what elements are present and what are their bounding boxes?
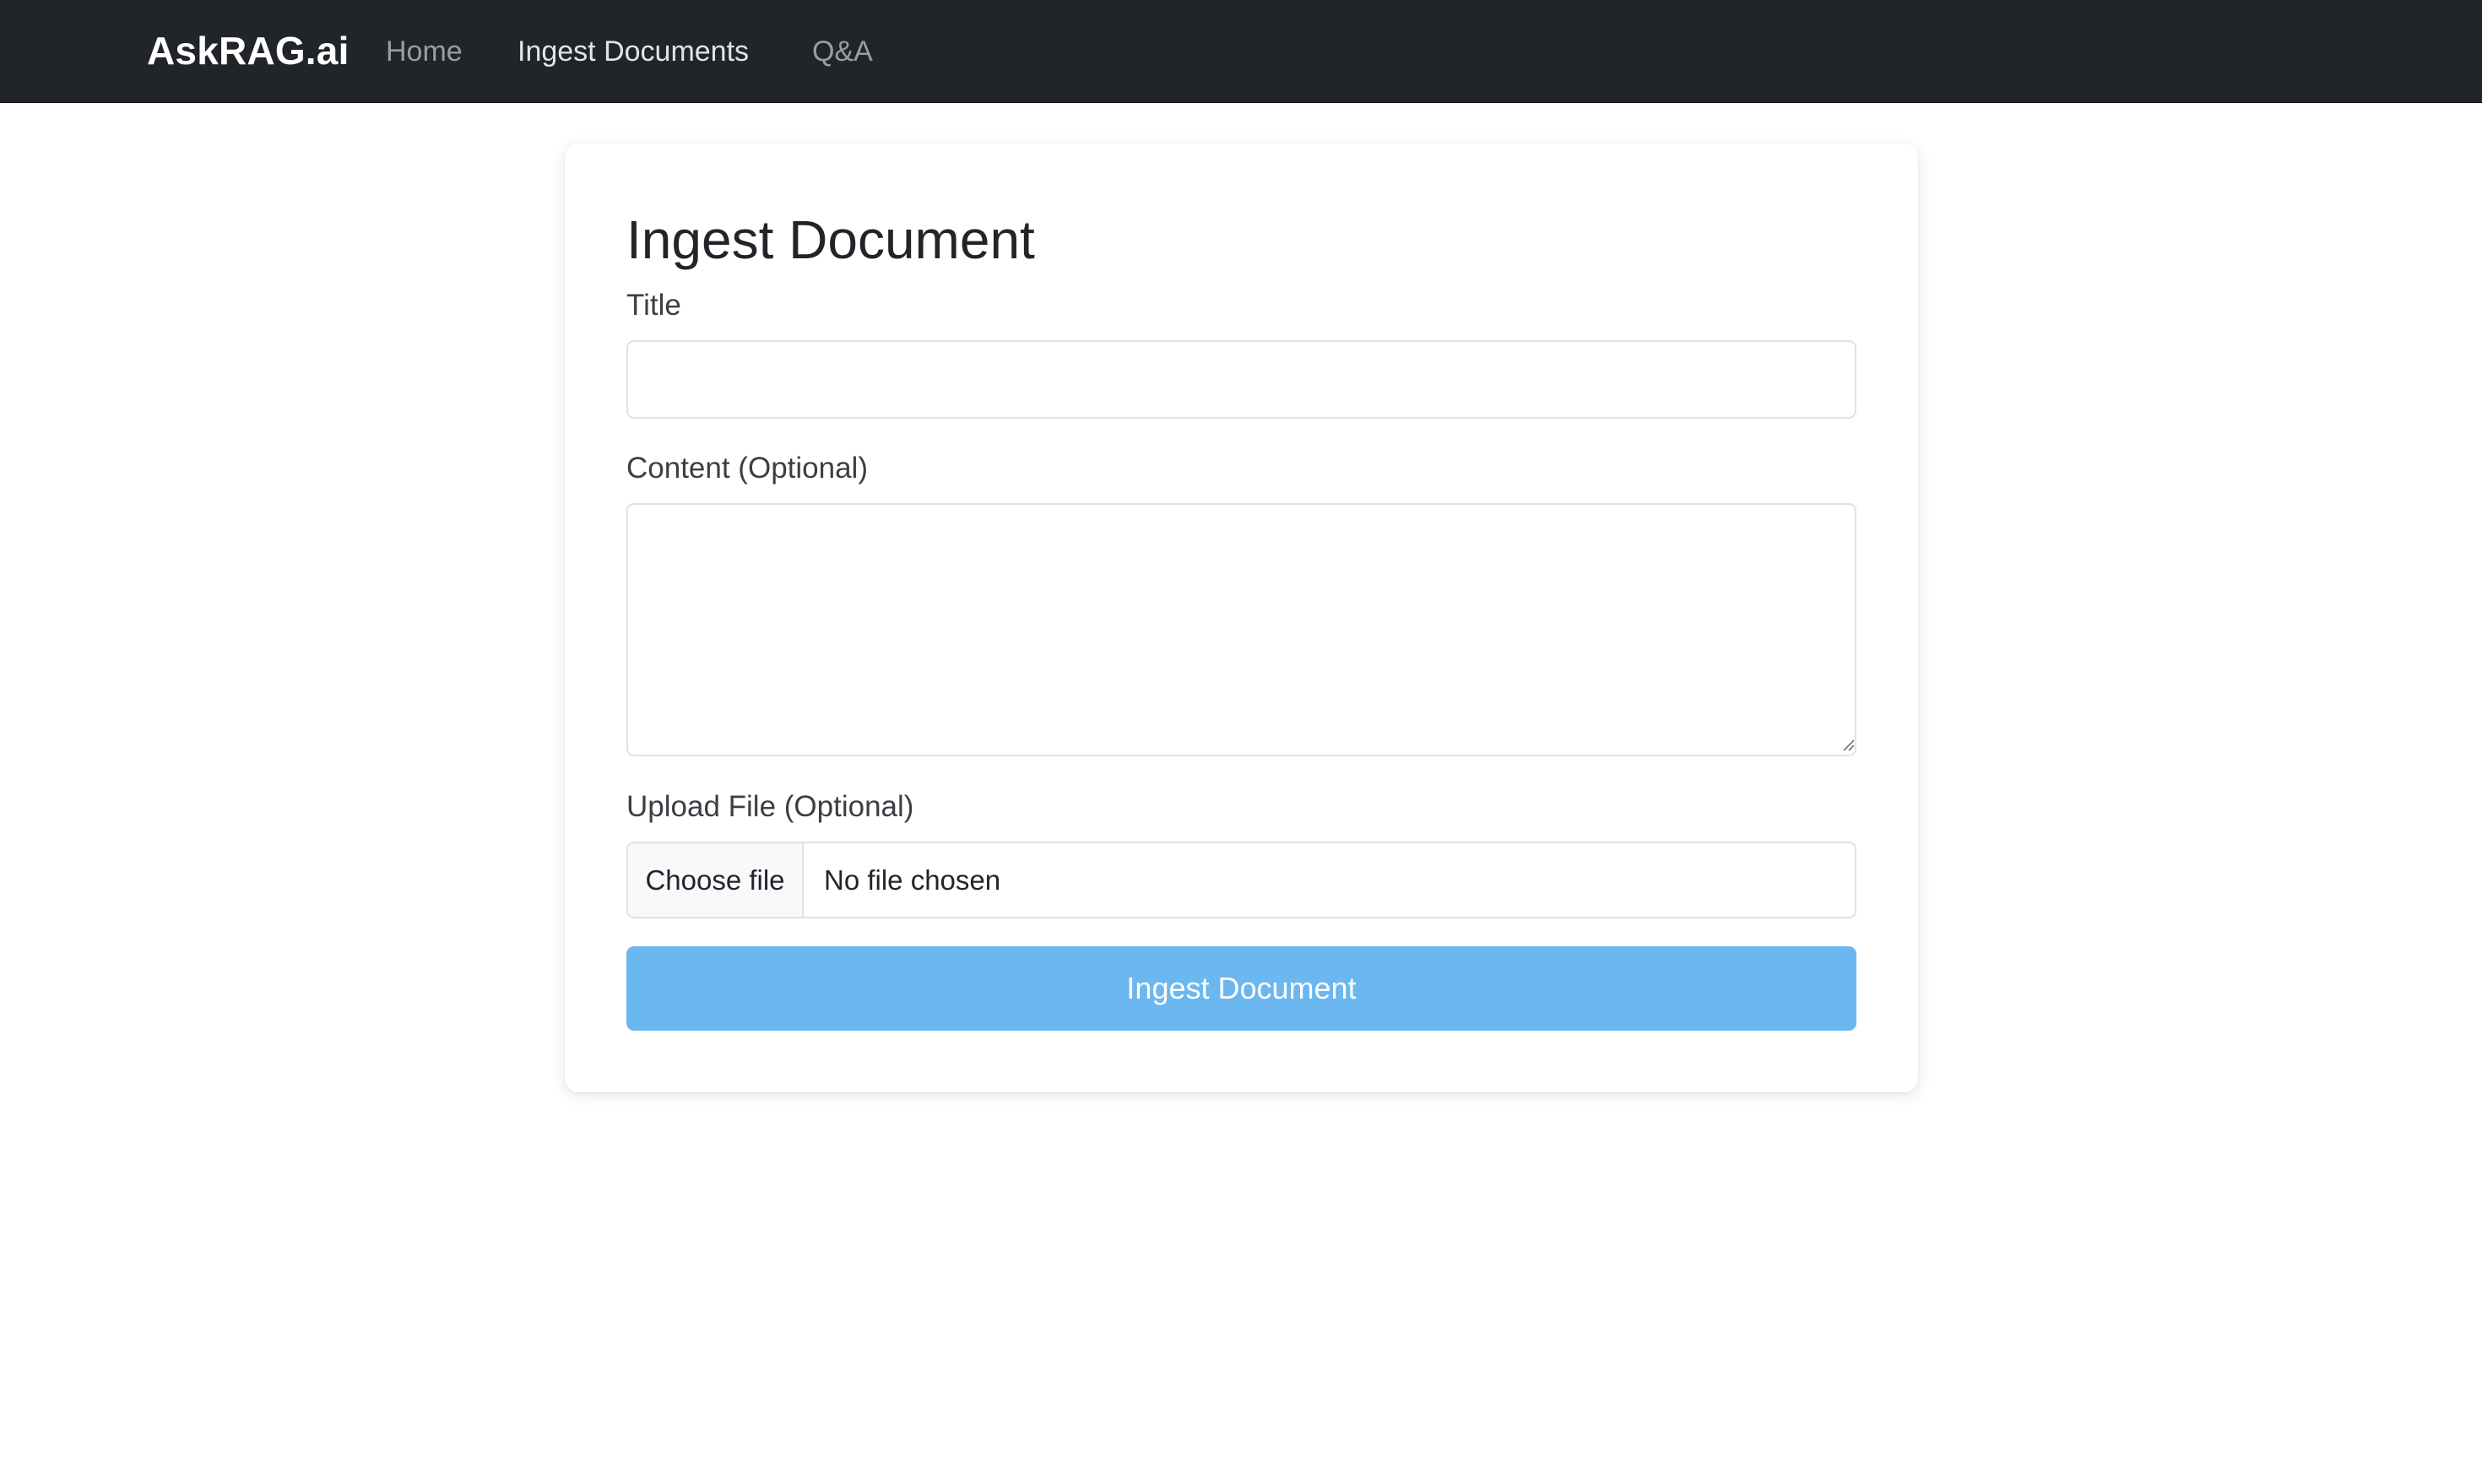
nav-link-home[interactable]: Home	[386, 30, 463, 73]
nav-link-ingest-documents[interactable]: Ingest Documents	[518, 30, 749, 73]
title-input[interactable]	[626, 340, 1856, 419]
file-upload-input[interactable]: Choose file No file chosen	[626, 842, 1856, 918]
top-navbar: AskRAG.ai Home Ingest Documents Q&A	[0, 0, 2482, 103]
ingest-card: Ingest Document Title Content (Optional)…	[565, 144, 1918, 1092]
resize-grip-icon[interactable]	[1841, 738, 1855, 751]
page-title: Ingest Document	[626, 209, 1035, 270]
nav-link-qa[interactable]: Q&A	[812, 30, 873, 73]
file-status-text: No file chosen	[824, 864, 1001, 896]
ingest-document-button[interactable]: Ingest Document	[626, 946, 1856, 1031]
upload-label: Upload File (Optional)	[626, 790, 914, 823]
content-label: Content (Optional)	[626, 452, 868, 485]
title-label: Title	[626, 289, 681, 322]
content-textarea[interactable]	[626, 503, 1856, 756]
choose-file-button[interactable]: Choose file	[628, 843, 804, 917]
brand-logo[interactable]: AskRAG.ai	[147, 25, 350, 76]
